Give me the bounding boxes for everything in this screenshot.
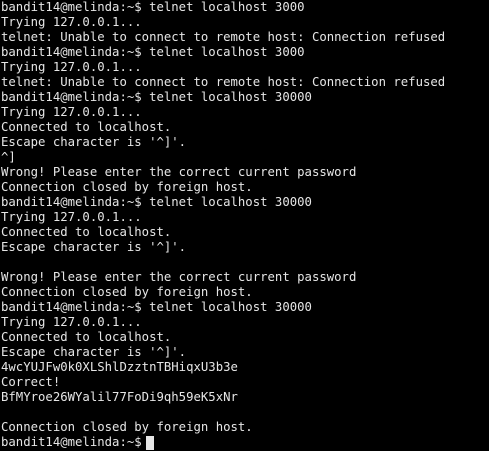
terminal-line: bandit14@melinda:~$ telnet localhost 300… [1, 300, 312, 314]
terminal-line: Connection closed by foreign host. [1, 180, 253, 194]
shell-prompt: bandit14@melinda:~$ [1, 435, 142, 449]
terminal-line: 4wcYUJFw0k0XLShlDzztnTBHiqxU3b3e [1, 360, 238, 374]
terminal-line: Connected to localhost. [1, 120, 172, 134]
terminal-line: Escape character is '^]'. [1, 240, 187, 254]
terminal-line: bandit14@melinda:~$ telnet localhost 300… [1, 195, 312, 209]
terminal-line: Escape character is '^]'. [1, 135, 187, 149]
terminal-line: Correct! [1, 375, 61, 389]
terminal-line: ^] [1, 150, 16, 164]
terminal-line: telnet: Unable to connect to remote host… [1, 75, 446, 89]
terminal-line: Connected to localhost. [1, 225, 172, 239]
terminal-line: BfMYroe26WYalil77FoDi9qh59eK5xNr [1, 390, 238, 404]
terminal-line: Wrong! Please enter the correct current … [1, 270, 357, 284]
terminal-line: Connection closed by foreign host. [1, 420, 253, 434]
terminal-line: bandit14@melinda:~$ telnet localhost 300… [1, 90, 312, 104]
terminal-line: Escape character is '^]'. [1, 345, 187, 359]
terminal-line: Trying 127.0.0.1... [1, 60, 142, 74]
terminal-line: telnet: Unable to connect to remote host… [1, 30, 446, 44]
terminal-line: Trying 127.0.0.1... [1, 15, 142, 29]
terminal-line: Trying 127.0.0.1... [1, 105, 142, 119]
terminal-window[interactable]: bandit14@melinda:~$ telnet localhost 300… [0, 0, 489, 451]
terminal-line: Connected to localhost. [1, 330, 172, 344]
terminal-line: Trying 127.0.0.1... [1, 315, 142, 329]
terminal-line: Connection closed by foreign host. [1, 285, 253, 299]
terminal-line: bandit14@melinda:~$ telnet localhost 300… [1, 45, 305, 59]
text-cursor [145, 435, 154, 450]
terminal-line: Wrong! Please enter the correct current … [1, 165, 357, 179]
current-prompt-line[interactable]: bandit14@melinda:~$ [1, 435, 489, 450]
terminal-line: bandit14@melinda:~$ telnet localhost 300… [1, 0, 305, 14]
terminal-line: Trying 127.0.0.1... [1, 210, 142, 224]
